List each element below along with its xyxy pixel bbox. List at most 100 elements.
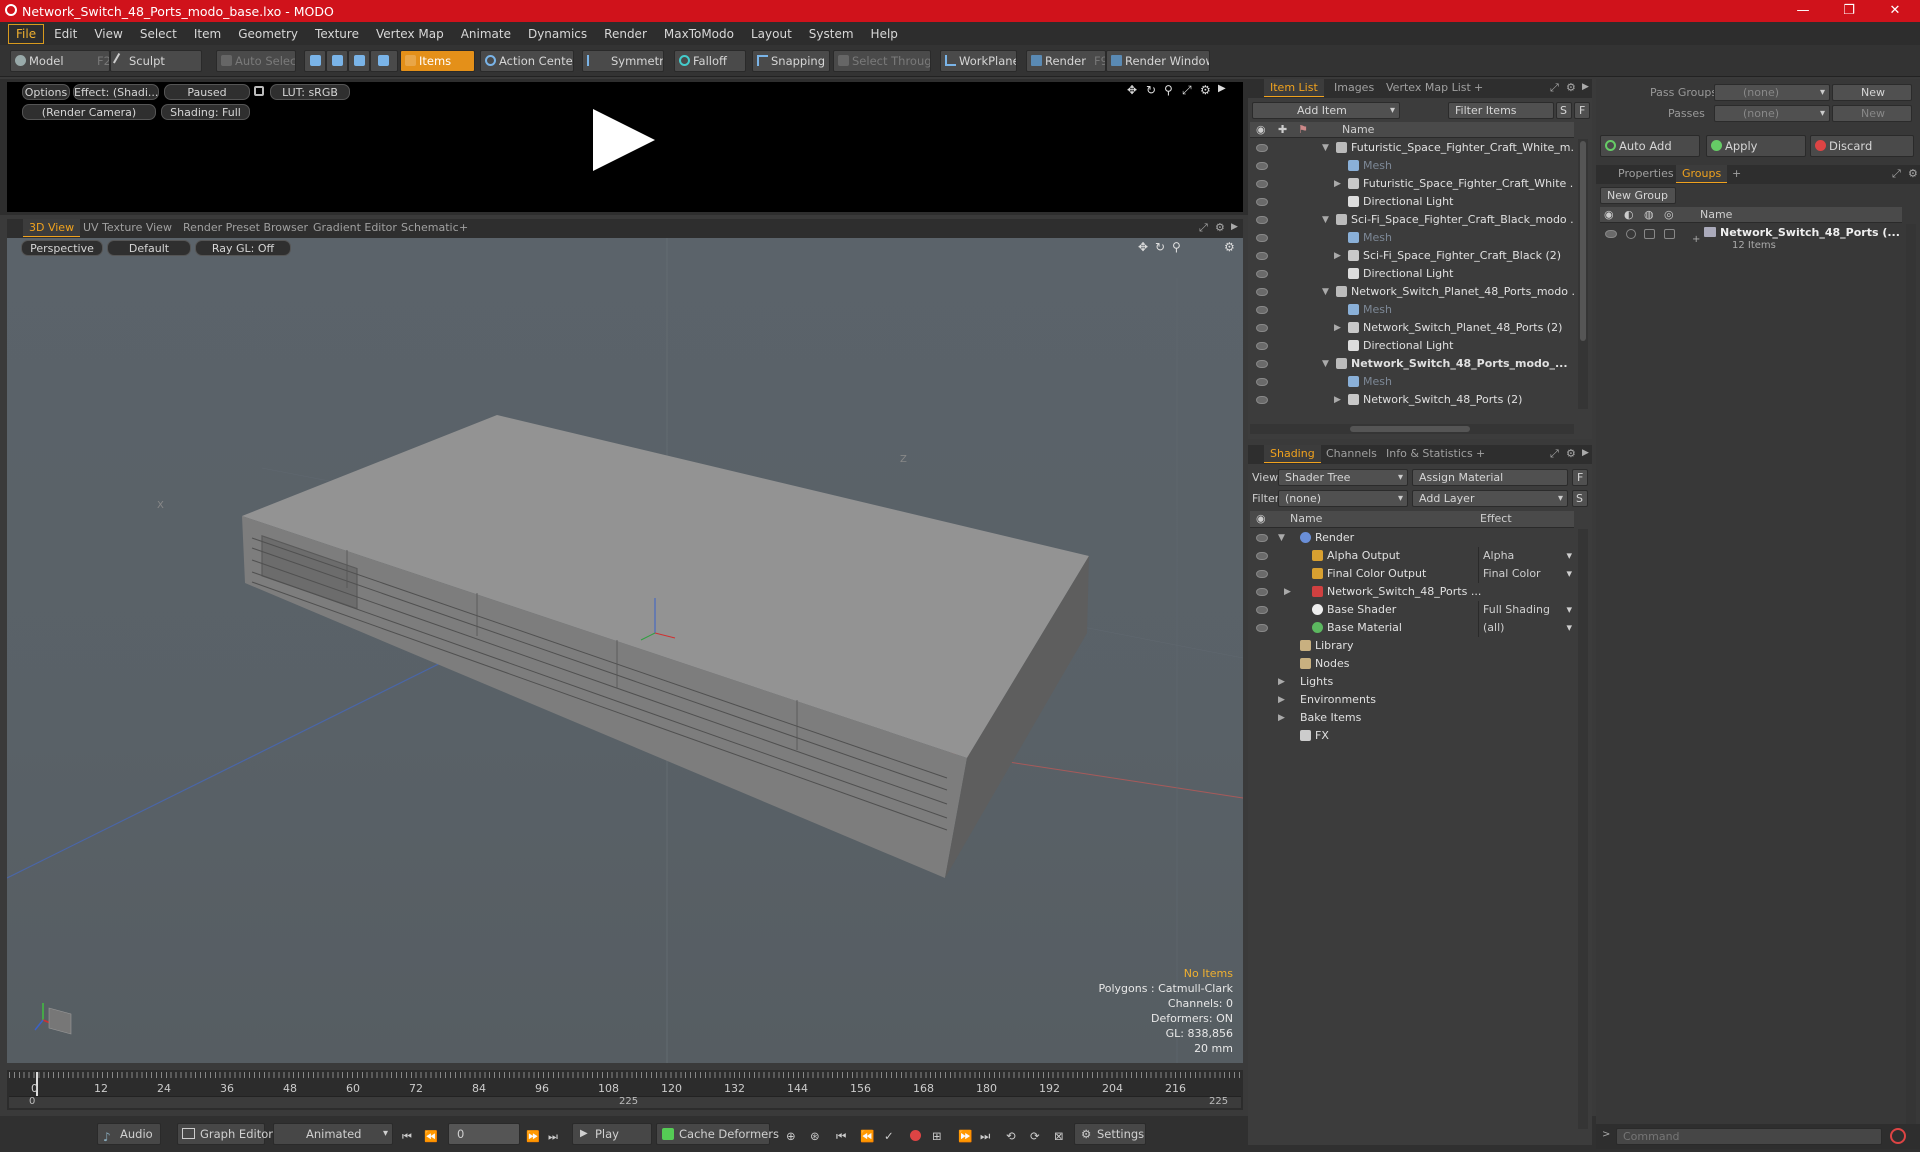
- fit-icon[interactable]: ⤢: [1182, 83, 1192, 98]
- expand-toggle-icon[interactable]: ▶: [1278, 709, 1285, 727]
- preview-options-button[interactable]: Options: [22, 84, 70, 100]
- menu-edit[interactable]: Edit: [47, 25, 84, 43]
- visibility-eye-icon[interactable]: [1256, 180, 1268, 188]
- item-list-row[interactable]: ▼ Sci-Fi_Space_Fighter_Craft_Black_modo .…: [1250, 211, 1574, 229]
- item-list-row[interactable]: Mesh: [1250, 229, 1574, 247]
- visibility-eye-icon[interactable]: [1256, 252, 1268, 260]
- render-button[interactable]: RenderF9: [1026, 50, 1106, 72]
- item-list-row[interactable]: ▼ Network_Switch_48_Ports_modo_...: [1250, 355, 1574, 373]
- tab-shading[interactable]: Shading: [1264, 445, 1321, 463]
- shader-tree-row[interactable]: ▶ Lights: [1250, 673, 1574, 691]
- menu-maxtomodo[interactable]: MaxToModo: [657, 25, 741, 43]
- key-tools-icon-5[interactable]: ✓: [884, 1129, 894, 1143]
- shading-expand-icon[interactable]: ⤢: [1550, 447, 1559, 461]
- add-tab-button[interactable]: +: [1468, 79, 1489, 97]
- workplane-button[interactable]: WorkPlane: [940, 50, 1017, 72]
- symmetry-button[interactable]: Symmetry: [582, 50, 664, 72]
- menu-render[interactable]: Render: [597, 25, 654, 43]
- menu-geometry[interactable]: Geometry: [231, 25, 305, 43]
- key-tools-icon-10[interactable]: ⟳: [1030, 1129, 1040, 1143]
- group-expand-icon[interactable]: +: [1692, 234, 1700, 245]
- items-button[interactable]: Items: [400, 50, 475, 72]
- shading-s-button[interactable]: S: [1572, 490, 1588, 507]
- menu-dynamics[interactable]: Dynamics: [521, 25, 594, 43]
- item-list-row[interactable]: ▶ Network_Switch_48_Ports (2): [1250, 391, 1574, 409]
- expand-toggle-icon[interactable]: ▶: [1278, 673, 1285, 691]
- menu-select[interactable]: Select: [133, 25, 184, 43]
- visibility-eye-icon[interactable]: [1256, 324, 1268, 332]
- expand-toggle-icon[interactable]: ▶: [1334, 247, 1341, 265]
- shader-name-column-header[interactable]: Name: [1290, 512, 1322, 525]
- filter-dropdown[interactable]: (none): [1278, 490, 1408, 507]
- name-column-header[interactable]: Name: [1342, 123, 1374, 136]
- tab-3d-view[interactable]: 3D View: [23, 219, 81, 237]
- item-list-row[interactable]: Directional Light: [1250, 193, 1574, 211]
- falloff-button[interactable]: Falloff: [674, 50, 746, 72]
- key-tools-icon-3[interactable]: ⏮: [836, 1129, 846, 1144]
- view-dropdown[interactable]: Shader Tree: [1278, 469, 1408, 486]
- filter-f-button[interactable]: F: [1574, 102, 1590, 119]
- frame-field[interactable]: 0: [448, 1123, 520, 1145]
- visibility-eye-icon[interactable]: [1256, 288, 1268, 296]
- raygl-dropdown[interactable]: Ray GL: Off: [195, 240, 291, 256]
- tab-images[interactable]: Images: [1328, 79, 1380, 97]
- menu-layout[interactable]: Layout: [744, 25, 799, 43]
- visibility-eye-icon[interactable]: [1256, 270, 1268, 278]
- menu-view[interactable]: View: [87, 25, 129, 43]
- menu-item[interactable]: Item: [187, 25, 228, 43]
- settings-button[interactable]: ⚙ Settings: [1074, 1123, 1146, 1145]
- tab-render-preset-browser[interactable]: Render Preset Browser: [177, 219, 314, 237]
- pass-groups-dropdown[interactable]: (none): [1714, 84, 1830, 101]
- filter-s-button[interactable]: S: [1556, 102, 1572, 119]
- tab-uv-texture-view[interactable]: UV Texture View: [77, 219, 178, 237]
- group-visibility-column-icon[interactable]: ◉: [1604, 208, 1614, 221]
- groups-gear-icon[interactable]: ⚙: [1908, 167, 1918, 180]
- shader-effect-dropdown[interactable]: (all): [1478, 619, 1572, 637]
- item-list-scroll-thumb[interactable]: [1580, 141, 1586, 341]
- visibility-eye-icon[interactable]: [1256, 624, 1268, 632]
- group-render-toggle[interactable]: [1626, 229, 1636, 239]
- select-polygons-button[interactable]: [348, 50, 370, 72]
- select-materials-button[interactable]: [370, 50, 398, 72]
- item-list-hscrollbar[interactable]: [1250, 424, 1574, 434]
- visibility-eye-icon[interactable]: [1256, 552, 1268, 560]
- gear-icon[interactable]: ⚙: [1200, 83, 1211, 97]
- shader-tree-row[interactable]: ▶ Environments: [1250, 691, 1574, 709]
- shader-effect-dropdown[interactable]: Full Shading: [1478, 601, 1572, 619]
- play-icon[interactable]: [591, 107, 657, 173]
- key-tools-icon-8[interactable]: ⏭: [980, 1129, 990, 1144]
- visibility-eye-icon[interactable]: [1256, 396, 1268, 404]
- visibility-eye-icon[interactable]: [1256, 360, 1268, 368]
- filter-items-input[interactable]: Filter Items: [1448, 102, 1554, 119]
- prev-key-icon[interactable]: ⏪: [424, 1130, 438, 1143]
- panel-menu-icon[interactable]: ▶: [1218, 83, 1226, 94]
- shader-tree-row[interactable]: Base Shader Full Shading ▾: [1250, 601, 1574, 619]
- menu-animate[interactable]: Animate: [454, 25, 518, 43]
- timeline-range-bar[interactable]: 0 225 225: [9, 1096, 1241, 1108]
- select-through-button[interactable]: Select Through: [833, 50, 931, 72]
- viewport-menu-icon[interactable]: ▶: [1231, 222, 1238, 232]
- apply-button[interactable]: Apply: [1706, 135, 1806, 157]
- item-list-row[interactable]: ▶ Network_Switch_Planet_48_Ports (2): [1250, 319, 1574, 337]
- cache-deformers-button[interactable]: Cache Deformers: [656, 1123, 779, 1145]
- visibility-eye-icon[interactable]: [1256, 534, 1268, 542]
- viewport-move-icon[interactable]: ✥: [1138, 240, 1148, 254]
- shader-effect-dropdown[interactable]: Final Color: [1478, 565, 1572, 583]
- visibility-eye-icon[interactable]: [1256, 342, 1268, 350]
- model-button[interactable]: Model F2: [10, 50, 110, 72]
- move-icon[interactable]: ✥: [1127, 83, 1137, 97]
- sculpt-button[interactable]: Sculpt: [110, 50, 202, 72]
- item-list-expand-icon[interactable]: ⤢: [1550, 81, 1559, 95]
- item-list-row[interactable]: Mesh: [1250, 373, 1574, 391]
- add-tab-button[interactable]: +: [453, 219, 474, 237]
- shader-visibility-column-icon[interactable]: ◉: [1256, 512, 1266, 525]
- tab-vertex-map-list[interactable]: Vertex Map List: [1380, 79, 1477, 97]
- key-tools-icon-2[interactable]: ⊛: [810, 1129, 820, 1143]
- tab-info-statistics[interactable]: Info & Statistics: [1380, 445, 1479, 463]
- action-center-button[interactable]: Action Center: [480, 50, 574, 72]
- next-key-icon[interactable]: ⏩: [526, 1130, 540, 1143]
- visibility-eye-icon[interactable]: [1256, 234, 1268, 242]
- expand-toggle-icon[interactable]: ▼: [1278, 529, 1285, 547]
- shader-scrollbar[interactable]: [1578, 529, 1588, 1129]
- record-icon[interactable]: [910, 1130, 921, 1141]
